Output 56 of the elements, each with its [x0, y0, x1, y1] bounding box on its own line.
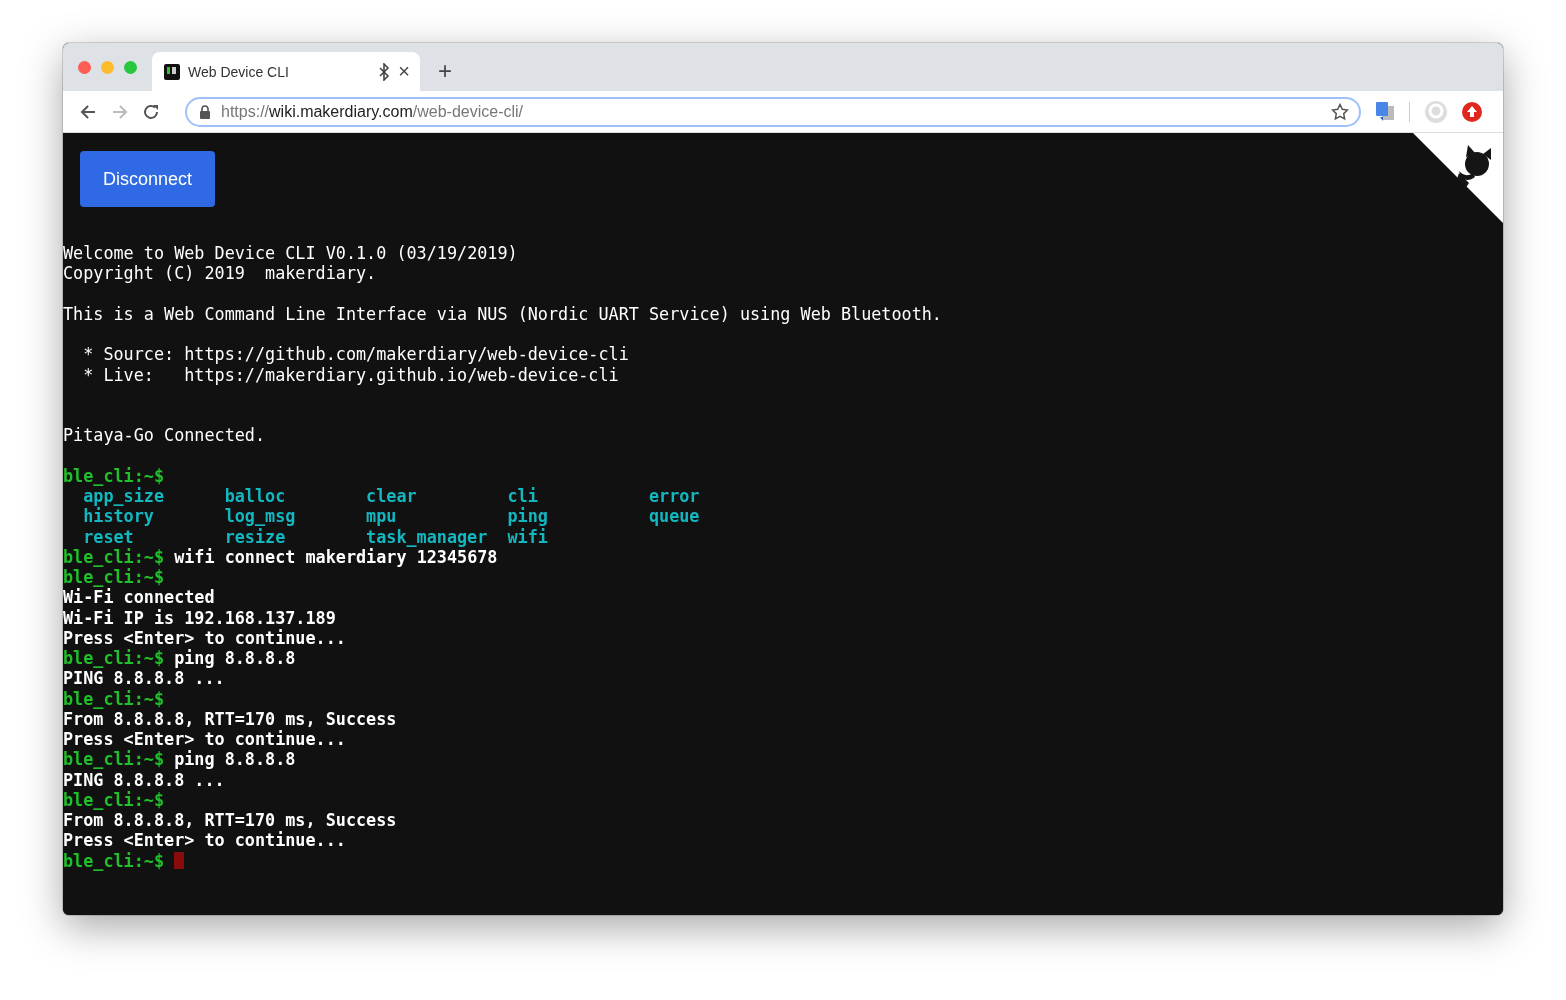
- terminal-line: Press <Enter> to continue...: [63, 627, 346, 648]
- close-tab-button[interactable]: ×: [398, 60, 410, 83]
- upload-extension-icon[interactable]: [1462, 101, 1482, 122]
- terminal-prompt: ble_cli:~$: [63, 465, 165, 486]
- close-window-button[interactable]: [78, 61, 91, 74]
- command-name: history: [83, 506, 155, 527]
- address-text: https://wiki.makerdiary.com/web-device-cli/: [221, 102, 525, 121]
- terminal-prompt: ble_cli:~$: [63, 850, 165, 871]
- command-name: balloc: [224, 486, 287, 507]
- address-bar[interactable]: https://wiki.makerdiary.com/web-device-cli/: [185, 96, 1361, 127]
- terminal-command: wifi connect makerdiary 12345678: [173, 546, 498, 567]
- terminal-prompt: ble_cli:~$: [63, 749, 165, 770]
- command-name: log_msg: [224, 506, 297, 527]
- back-icon[interactable]: [79, 102, 97, 121]
- command-name: cli: [507, 486, 539, 507]
- browser-tab[interactable]: Web Device CLI ×: [152, 52, 420, 91]
- disconnect-button[interactable]: Disconnect: [80, 151, 215, 207]
- terminal-line: PING 8.8.8.8 ...: [63, 769, 225, 790]
- terminal-prompt: ble_cli:~$: [63, 789, 165, 810]
- command-name: error: [648, 486, 701, 507]
- terminal-prompt: ble_cli:~$: [63, 648, 165, 669]
- terminal-line: Copyright (C) 2019 makerdiary.: [63, 263, 377, 284]
- terminal-line: Press <Enter> to continue...: [63, 729, 346, 750]
- command-name: ping: [507, 506, 549, 527]
- terminal-line: Pitaya-Go Connected.: [63, 425, 266, 446]
- source-corner-link[interactable]: [1413, 133, 1503, 223]
- terminal-icon: [164, 63, 180, 80]
- terminal-line: Wi-Fi connected: [63, 587, 215, 608]
- command-name: reset: [83, 526, 135, 547]
- command-name: mpu: [366, 506, 398, 527]
- terminal-prompt: ble_cli:~$: [63, 688, 165, 709]
- tab-title: Web Device CLI: [188, 63, 290, 80]
- command-name: task_manager: [366, 526, 489, 547]
- terminal-command: ping 8.8.8.8: [173, 648, 296, 669]
- terminal-line: * Source: https://github.com/makerdiary/web-device-cli: [82, 344, 629, 365]
- command-name: queue: [648, 506, 701, 527]
- terminal-command: ping 8.8.8.8: [173, 749, 296, 770]
- terminal-line: This is a Web Command Line Interface via NUS (Nordic UART Service) using Web Bluetooth.: [63, 303, 942, 324]
- new-tab-button[interactable]: +: [438, 57, 452, 85]
- terminal-prompt: ble_cli:~$: [63, 546, 165, 567]
- command-name: app_size: [83, 486, 166, 507]
- terminal-line: Press <Enter> to continue...: [63, 830, 346, 851]
- reload-icon[interactable]: [143, 102, 161, 121]
- terminal-line: Wi-Fi IP is 192.168.137.189: [63, 607, 336, 628]
- command-name: wifi: [507, 526, 549, 547]
- translate-icon[interactable]: [1375, 101, 1395, 122]
- terminal-line: Welcome to Web Device CLI V0.1.0 (03/19/2019): [63, 243, 518, 264]
- terminal-line: From 8.8.8.8, RTT=170 ms, Success: [63, 708, 397, 729]
- command-name: clear: [366, 486, 418, 507]
- forward-icon[interactable]: [111, 102, 129, 121]
- command-name: resize: [224, 526, 287, 547]
- terminal-line: PING 8.8.8.8 ...: [63, 668, 225, 689]
- terminal-line: * Live: https://makerdiary.github.io/web-device-cli: [82, 364, 619, 385]
- terminal-line: From 8.8.8.8, RTT=170 ms, Success: [63, 810, 397, 831]
- terminal-prompt: ble_cli:~$: [63, 567, 165, 588]
- bookmark-star-icon[interactable]: [1331, 102, 1349, 121]
